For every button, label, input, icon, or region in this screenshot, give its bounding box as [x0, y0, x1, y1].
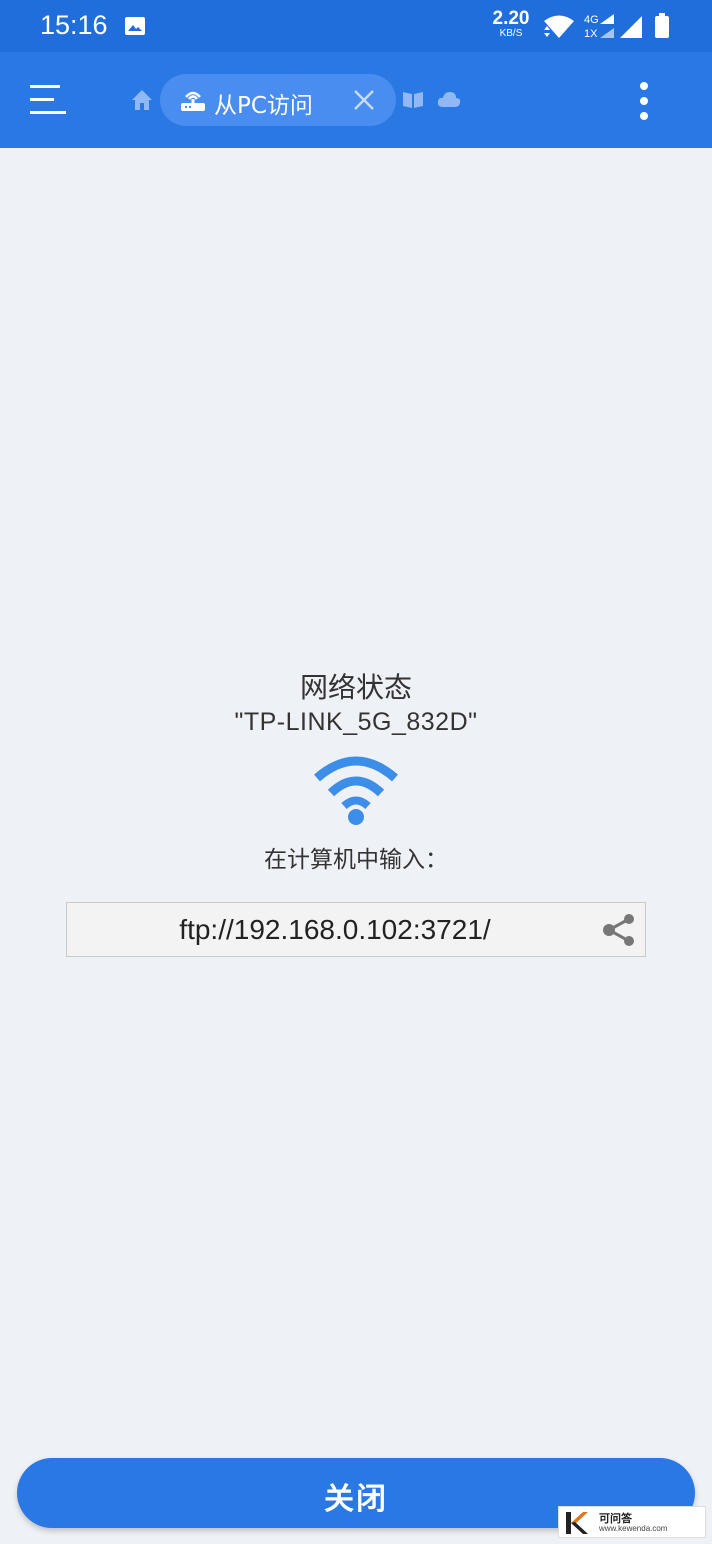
- kewenda-logo-icon: [566, 1512, 588, 1534]
- wifi-status-icon: [544, 15, 574, 38]
- battery-icon: [655, 13, 669, 38]
- ftp-address-box[interactable]: ftp://192.168.0.102:3721/: [66, 902, 646, 957]
- image-notification-icon: [125, 17, 145, 35]
- share-icon[interactable]: [601, 913, 637, 947]
- status-bar: 15:16 2.20 KB/S 4G 1X: [0, 0, 712, 52]
- ssid-label: "TP-LINK_5G_832D": [234, 708, 478, 736]
- wifi-icon: [314, 756, 398, 825]
- app-toolbar: 从PC访问: [0, 52, 712, 148]
- close-tab-icon[interactable]: [352, 88, 376, 112]
- tab-label: 从PC访问: [214, 93, 313, 119]
- cell-signal-icon: 4G 1X: [584, 14, 642, 40]
- net-speed-value: 2.20: [492, 8, 530, 29]
- tab-pc-access[interactable]: 从PC访问: [160, 74, 396, 126]
- net-speed: 2.20 KB/S: [490, 9, 532, 39]
- home-icon[interactable]: [131, 89, 153, 111]
- input-hint-label: 在计算机中输入：: [264, 847, 448, 873]
- more-options-icon[interactable]: [634, 81, 654, 121]
- status-time: 15:16: [40, 10, 108, 40]
- net-speed-unit: KB/S: [499, 28, 523, 39]
- network-gen-top: 4G: [584, 14, 599, 26]
- network-status-title: 网络状态: [299, 671, 412, 704]
- network-gen-bottom: 1X: [584, 28, 598, 40]
- cloud-icon[interactable]: [437, 90, 461, 108]
- book-icon[interactable]: [402, 90, 424, 110]
- watermark-url: www.kewenda.com: [599, 1524, 668, 1533]
- watermark: 可问答 www.kewenda.com: [558, 1506, 706, 1538]
- ftp-address-text[interactable]: ftp://192.168.0.102:3721/: [67, 914, 603, 946]
- menu-icon[interactable]: [28, 82, 68, 118]
- router-icon: [181, 91, 205, 111]
